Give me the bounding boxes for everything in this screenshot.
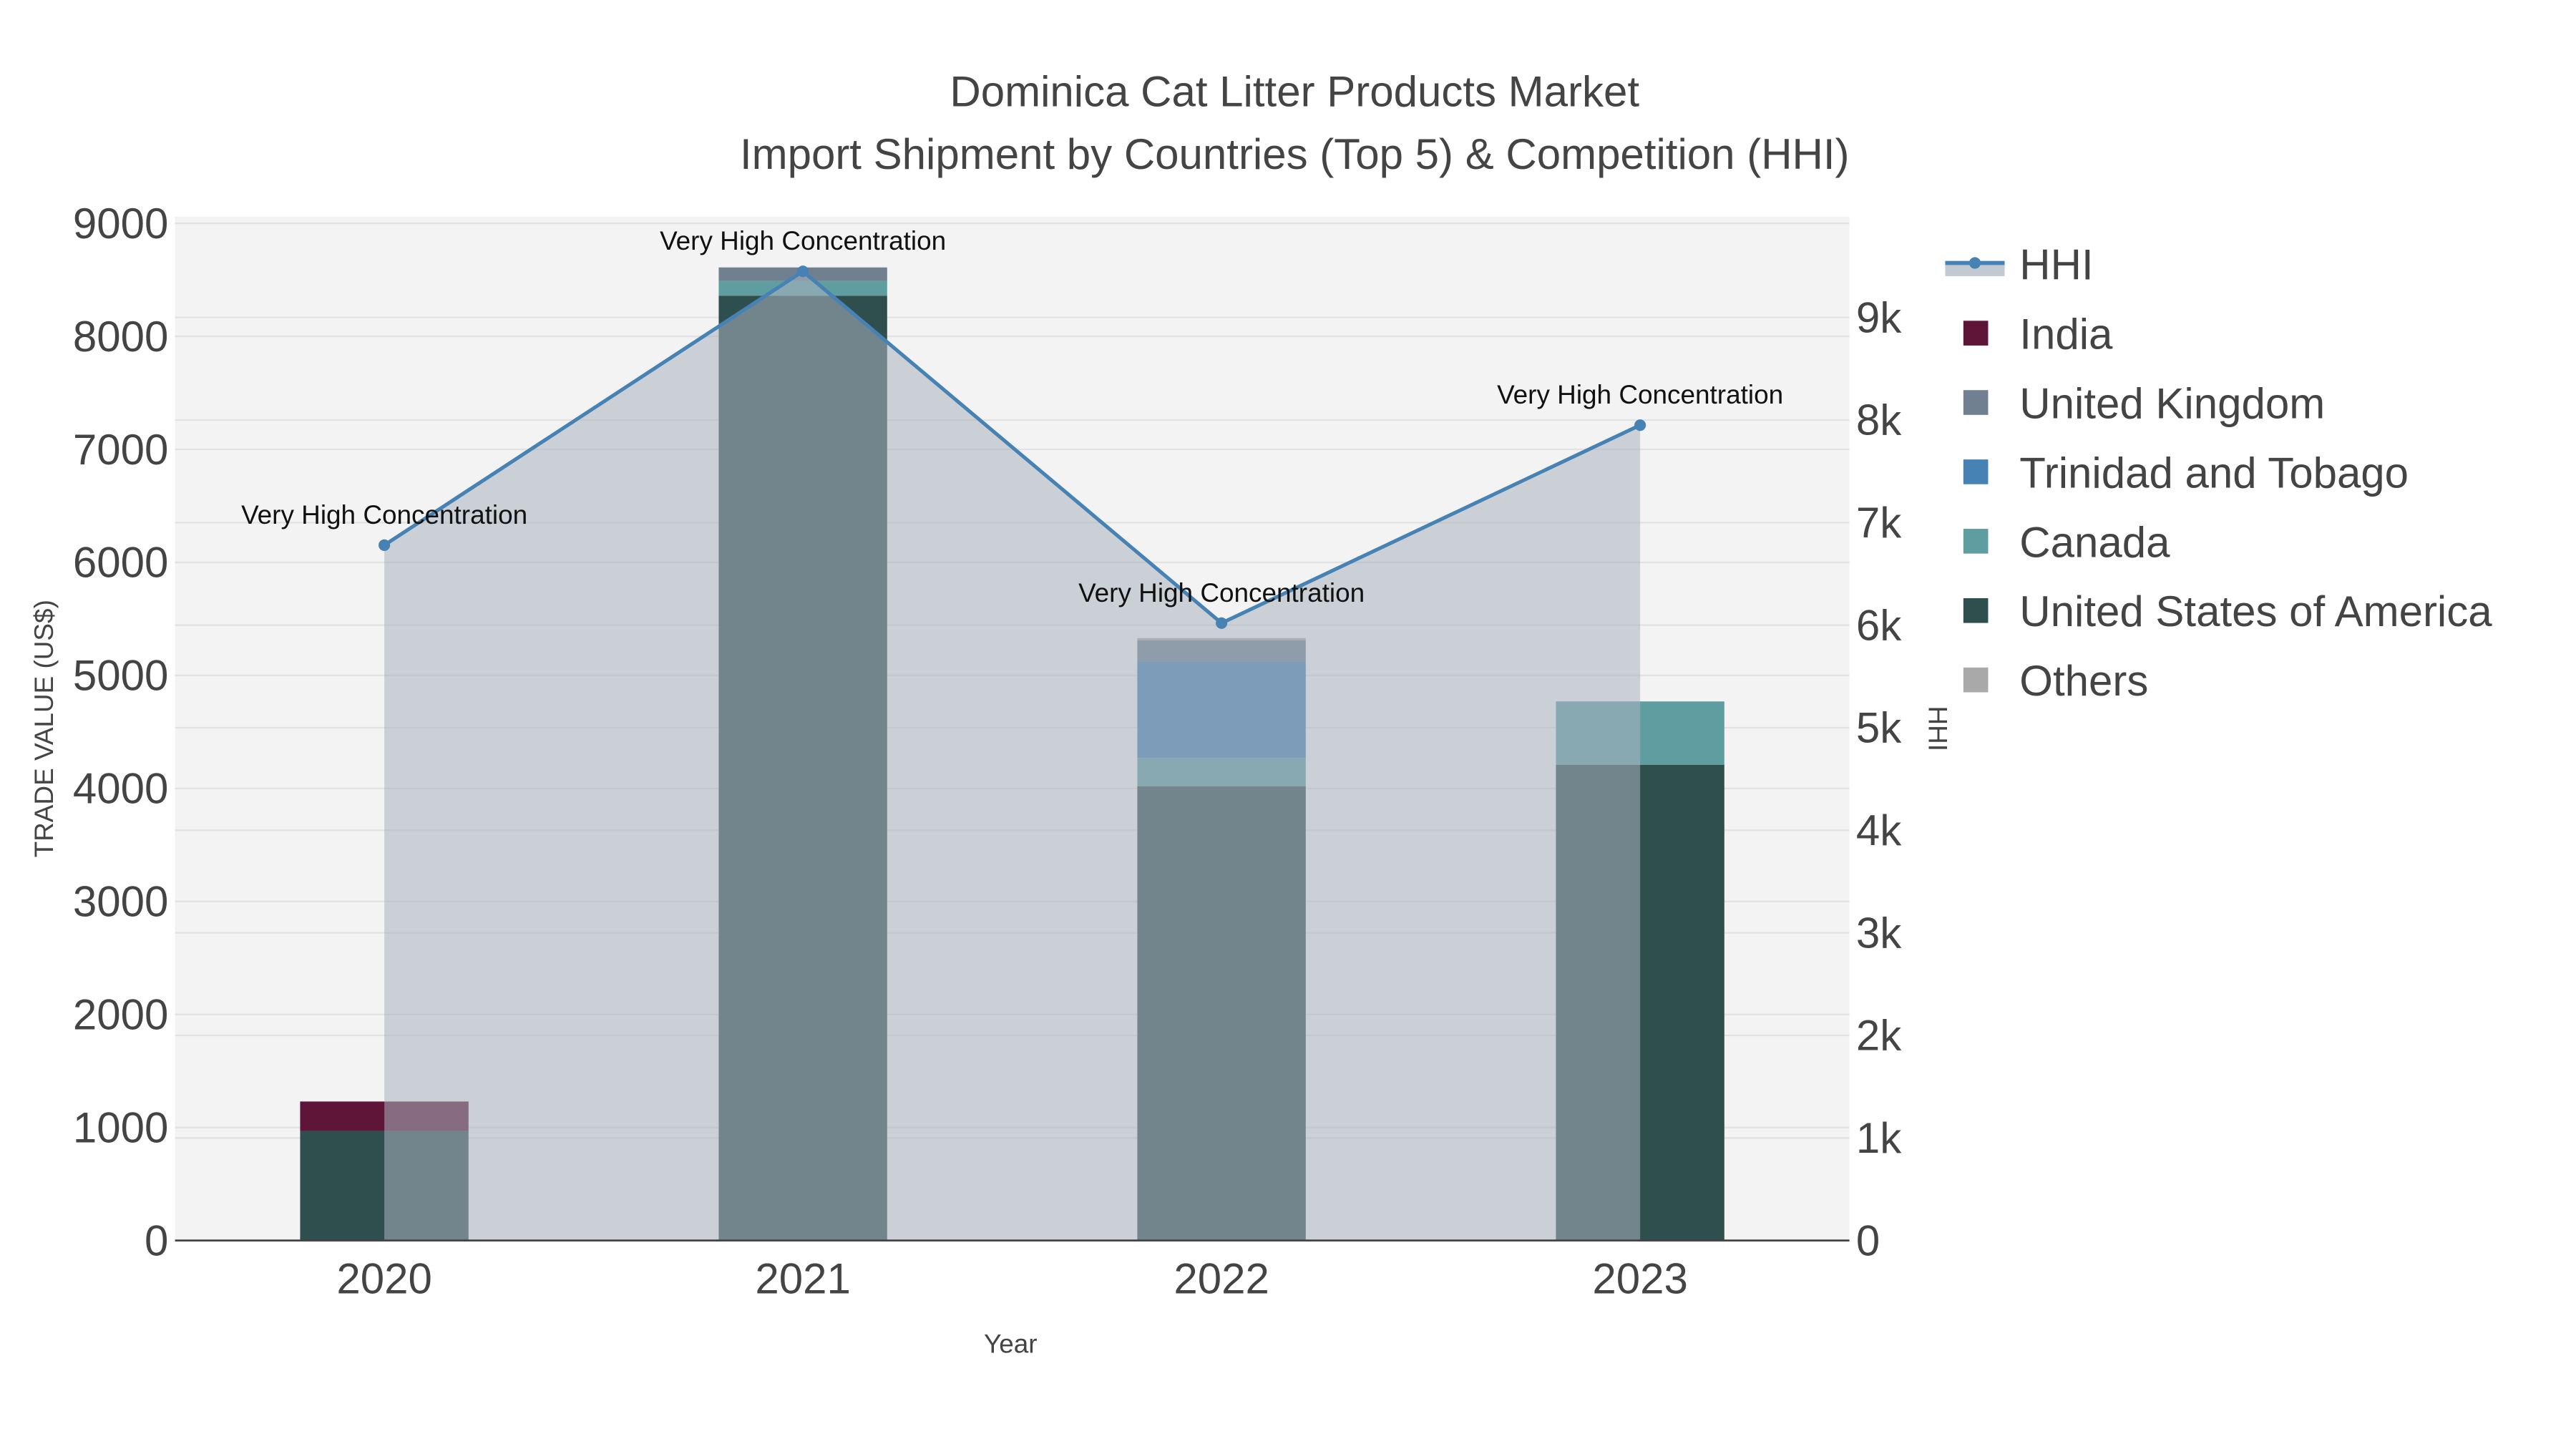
y-axis-label: TRADE VALUE (US$): [29, 600, 59, 857]
y-tick-label: 5000: [73, 652, 168, 700]
hhi-point: [797, 265, 809, 278]
y2-tick-label: 9k: [1856, 293, 1902, 341]
legend-label: Trinidad and Tobago: [2019, 449, 2409, 497]
x-tick-label: 2023: [1592, 1255, 1687, 1303]
y2-axis-label: HHI: [1923, 706, 1952, 751]
y2-tick-label: 5k: [1856, 704, 1902, 752]
x-tick-label: 2022: [1174, 1255, 1269, 1303]
legend-item[interactable]: Canada: [1963, 518, 2170, 566]
legend-label: Canada: [2019, 518, 2170, 566]
x-tick-label: 2020: [336, 1255, 431, 1303]
y2-tick-label: 7k: [1856, 499, 1902, 547]
y-tick-label: 8000: [73, 313, 168, 361]
legend-item[interactable]: India: [1963, 310, 2113, 358]
y2-tick-label: 3k: [1856, 909, 1902, 957]
hhi-annotation: Very High Concentration: [1078, 578, 1365, 608]
legend-label: HHI: [2019, 241, 2093, 289]
legend-swatch-icon: [1963, 667, 1989, 693]
hhi-annotation: Very High Concentration: [1497, 380, 1783, 409]
hhi-point: [379, 539, 391, 551]
legend-hhi-marker-icon: [1968, 257, 1981, 269]
y2-tick-label: 2k: [1856, 1012, 1902, 1060]
chart-subtitle: Import Shipment by Countries (Top 5) & C…: [740, 130, 1850, 178]
legend-item[interactable]: Trinidad and Tobago: [1963, 449, 2409, 497]
chart-title: Dominica Cat Litter Products Market: [950, 67, 1639, 115]
chart: Dominica Cat Litter Products Market Impo…: [29, 67, 2492, 1359]
legend-label: United Kingdom: [2019, 379, 2325, 427]
hhi-annotation: Very High Concentration: [241, 500, 527, 530]
legend-label: India: [2019, 310, 2113, 358]
y-tick-label: 7000: [73, 426, 168, 474]
legend-swatch-icon: [1963, 390, 1989, 415]
y-tick-label: 0: [145, 1216, 168, 1264]
y-tick-label: 1000: [73, 1103, 168, 1151]
y-tick-label: 6000: [73, 539, 168, 587]
hhi-point: [1634, 419, 1646, 431]
legend-item[interactable]: HHI: [1945, 241, 2094, 289]
y2-tick-label: 0: [1856, 1216, 1880, 1264]
y-tick-label: 9000: [73, 200, 168, 248]
legend-swatch-icon: [1963, 459, 1989, 484]
hhi-annotation: Very High Concentration: [660, 226, 946, 255]
x-tick-label: 2021: [755, 1255, 850, 1303]
legend-swatch-icon: [1963, 529, 1989, 554]
legend-item[interactable]: United Kingdom: [1963, 379, 2325, 427]
y2-tick-label: 4k: [1856, 806, 1902, 854]
legend-swatch-icon: [1963, 597, 1989, 623]
y-tick-label: 4000: [73, 765, 168, 813]
y2-tick-label: 1k: [1856, 1114, 1902, 1162]
y-tick-label: 2000: [73, 991, 168, 1039]
y-tick-label: 3000: [73, 878, 168, 926]
y2-tick-label: 6k: [1856, 601, 1902, 649]
x-axis-label: Year: [984, 1330, 1038, 1359]
legend-label: Others: [2019, 657, 2148, 705]
legend-label: United States of America: [2019, 587, 2492, 635]
y2-tick-label: 8k: [1856, 396, 1902, 444]
legend: HHI India United Kingdom Trinidad and Tobag…: [1945, 241, 2492, 705]
hhi-point: [1216, 617, 1228, 629]
legend-swatch-icon: [1963, 321, 1989, 346]
legend-item[interactable]: United States of America: [1963, 587, 2492, 635]
legend-item[interactable]: Others: [1963, 657, 2149, 705]
